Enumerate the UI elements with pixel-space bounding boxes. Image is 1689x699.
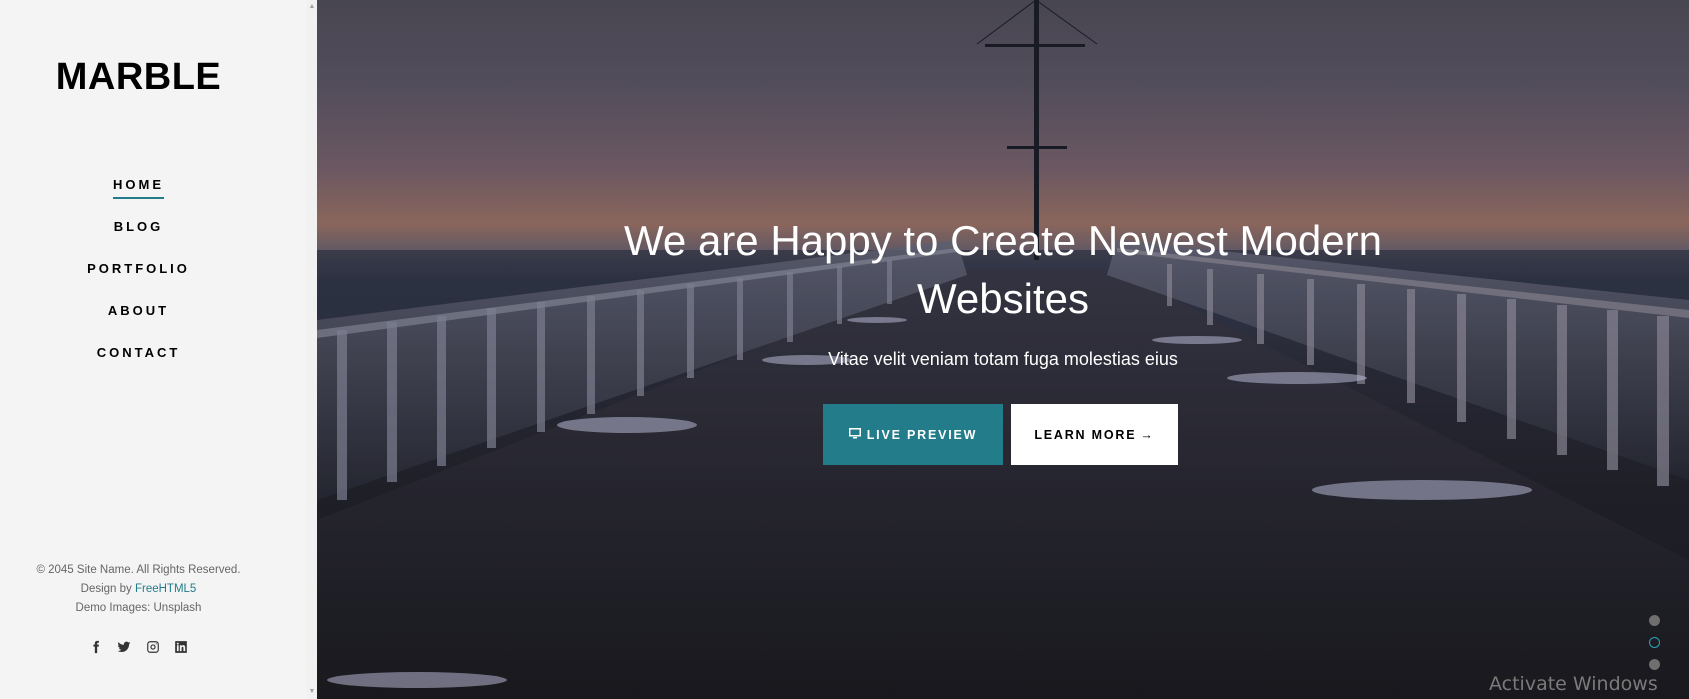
monitor-icon: [848, 427, 861, 442]
nav-link-home[interactable]: HOME: [113, 177, 164, 199]
nav-item-portfolio[interactable]: PORTFOLIO: [0, 260, 277, 302]
hero-title: We are Happy to Create Newest Modern Web…: [624, 217, 1382, 322]
brand-logo[interactable]: MARBLE: [0, 56, 277, 99]
facebook-icon[interactable]: [87, 640, 105, 658]
live-preview-button[interactable]: LIVE PREVIEW: [823, 404, 1003, 465]
design-credit-prefix: Design by: [80, 583, 135, 595]
main-nav: HOME BLOG PORTFOLIO ABOUT CONTACT: [0, 176, 277, 386]
linkedin-icon[interactable]: [172, 640, 190, 658]
scroll-down-icon[interactable]: ▼: [307, 687, 317, 697]
learn-more-label: LEARN MORE: [1034, 427, 1137, 442]
nav-link-contact[interactable]: CONTACT: [97, 345, 181, 365]
slider-dot-1[interactable]: [1649, 615, 1660, 626]
design-credit-link[interactable]: FreeHTML5: [135, 583, 196, 595]
sidebar: MARBLE HOME BLOG PORTFOLIO ABOUT CONTACT…: [0, 0, 312, 699]
slider-dot-3[interactable]: [1649, 659, 1660, 670]
sidebar-footer: © 2045 Site Name. All Rights Reserved. D…: [0, 561, 277, 618]
images-credit: Demo Images: Unsplash: [75, 602, 202, 614]
arrow-right-icon: →: [1140, 427, 1155, 442]
hero-subtitle: Vitae velit veniam totam fuga molestias …: [828, 349, 1178, 369]
social-links: [0, 640, 277, 658]
slider-dot-2[interactable]: [1649, 637, 1660, 648]
learn-more-button[interactable]: LEARN MORE →: [1011, 404, 1178, 465]
sidebar-scrollbar[interactable]: [307, 0, 317, 699]
nav-link-portfolio[interactable]: PORTFOLIO: [87, 261, 190, 281]
nav-link-about[interactable]: ABOUT: [108, 303, 169, 323]
design-credit: Design by FreeHTML5: [0, 580, 277, 599]
hero-slide: We are Happy to Create Newest Modern Web…: [317, 0, 1689, 699]
nav-item-contact[interactable]: CONTACT: [0, 344, 277, 386]
nav-item-blog[interactable]: BLOG: [0, 218, 277, 260]
nav-item-home[interactable]: HOME: [0, 176, 277, 218]
brand-link[interactable]: MARBLE: [56, 56, 222, 98]
instagram-icon[interactable]: [144, 640, 162, 658]
live-preview-label: LIVE PREVIEW: [866, 427, 978, 442]
activate-windows-watermark: Activate Windows: [1489, 673, 1658, 695]
nav-item-about[interactable]: ABOUT: [0, 302, 277, 344]
nav-link-blog[interactable]: BLOG: [114, 219, 164, 239]
twitter-icon[interactable]: [115, 640, 133, 658]
copyright-text: © 2045 Site Name. All Rights Reserved.: [36, 564, 241, 576]
slider-pagination: [1649, 615, 1663, 681]
scroll-up-icon[interactable]: ▲: [307, 2, 317, 12]
